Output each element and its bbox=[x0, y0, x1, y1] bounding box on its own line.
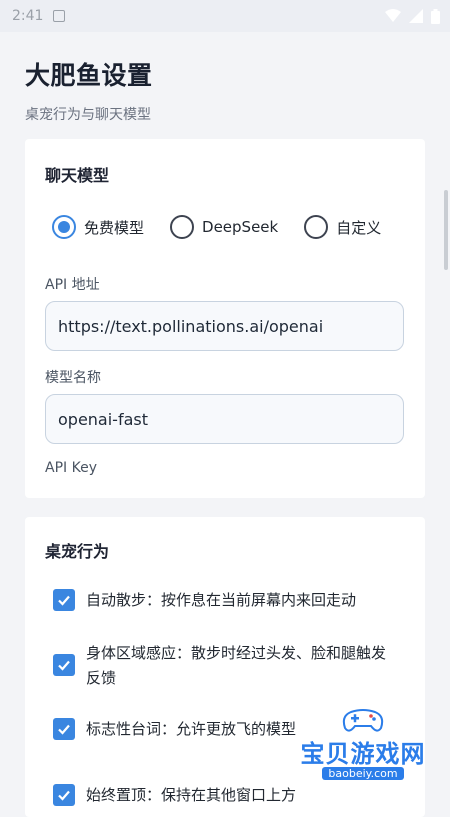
check-label: 自动散步：按作息在当前屏幕内来回走动 bbox=[86, 591, 357, 609]
checkbox-checked-icon[interactable] bbox=[53, 589, 75, 611]
signal-icon bbox=[409, 9, 423, 23]
wifi-icon bbox=[385, 9, 401, 22]
status-bar: 2:41 bbox=[0, 0, 450, 32]
radio-deepseek[interactable]: DeepSeek bbox=[170, 215, 278, 239]
app-header: 大肥鱼设置 桌宠行为与聊天模型 bbox=[25, 56, 153, 124]
watermark-url: baobeiy.com bbox=[322, 767, 404, 780]
battery-icon bbox=[431, 8, 440, 24]
radio-label: 自定义 bbox=[336, 218, 382, 237]
radio-checked-icon bbox=[52, 215, 76, 239]
status-time: 2:41 bbox=[12, 8, 44, 24]
radio-label: 免费模型 bbox=[84, 218, 145, 237]
radio-label: DeepSeek bbox=[202, 218, 279, 236]
radio-unchecked-icon bbox=[170, 215, 195, 239]
check-label: 标志性台词：允许更放飞的模型 bbox=[86, 720, 297, 738]
check-auto-walk[interactable]: 自动散步：按作息在当前屏幕内来回走动 bbox=[53, 588, 403, 613]
gamepad-icon bbox=[342, 709, 384, 732]
watermark-text: 宝贝游戏网 bbox=[300, 740, 426, 768]
radio-custom[interactable]: 自定义 bbox=[304, 215, 381, 239]
radio-free-model[interactable]: 免费模型 bbox=[52, 215, 144, 239]
watermark-logo bbox=[341, 708, 385, 734]
page-title: 大肥鱼设置 bbox=[25, 61, 153, 90]
model-radio-group: 免费模型 DeepSeek 自定义 bbox=[52, 215, 407, 239]
pet-behavior-title: 桌宠行为 bbox=[45, 542, 110, 561]
chat-model-card: 聊天模型 免费模型 DeepSeek 自定义 API 地址 模型名称 API K… bbox=[25, 139, 425, 498]
check-label: 身体区域感应：散步时经过头发、脸和腿触发反馈 bbox=[86, 644, 387, 687]
api-url-label: API 地址 bbox=[45, 277, 100, 293]
model-name-input[interactable] bbox=[45, 394, 404, 444]
checkbox-checked-icon[interactable] bbox=[53, 654, 75, 676]
checkbox-checked-icon[interactable] bbox=[53, 718, 75, 740]
scrollbar[interactable] bbox=[444, 190, 448, 270]
check-always-on-top[interactable]: 始终置顶：保持在其他窗口上方 bbox=[53, 783, 403, 808]
check-body-sense[interactable]: 身体区域感应：散步时经过头发、脸和腿触发反馈 bbox=[53, 641, 393, 691]
api-key-label: API Key bbox=[45, 460, 97, 476]
model-name-label: 模型名称 bbox=[45, 370, 101, 386]
notification-icon bbox=[53, 10, 66, 22]
page-subtitle: 桌宠行为与聊天模型 bbox=[25, 107, 151, 123]
chat-model-title: 聊天模型 bbox=[45, 166, 110, 185]
check-label: 始终置顶：保持在其他窗口上方 bbox=[86, 786, 297, 804]
checkbox-checked-icon[interactable] bbox=[53, 784, 75, 806]
radio-unchecked-icon bbox=[304, 215, 329, 239]
watermark: 宝贝游戏网 baobeiy.com bbox=[280, 708, 446, 780]
api-url-input[interactable] bbox=[45, 301, 404, 351]
